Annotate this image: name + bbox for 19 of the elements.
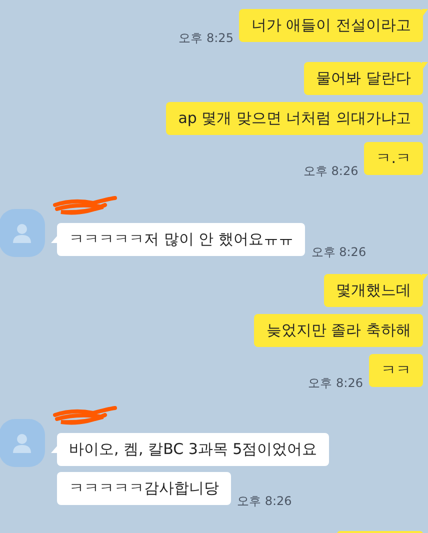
message-bubble: ㅋ.ㅋ: [364, 142, 423, 175]
avatar[interactable]: [0, 209, 45, 257]
bubble-tail: [422, 274, 428, 282]
redaction-scribble: [53, 195, 119, 217]
message-time: 오후 8:26: [311, 245, 366, 259]
message-bubble: ap 몇개 맞으면 너처럼 의대가냐고: [166, 102, 423, 135]
message-bubble: ㅋㅋ: [369, 354, 423, 387]
bubble-tail: [51, 235, 58, 243]
bubble-tail: [422, 9, 428, 17]
avatar[interactable]: [0, 419, 45, 467]
bubble-tail: [51, 445, 58, 453]
message-time: 오후 8:26: [303, 164, 358, 178]
bubble-tail: [422, 62, 428, 70]
redaction-scribble: [53, 405, 119, 427]
message-bubble: ㅋㅋㅋㅋㅋ감사합니당: [57, 472, 231, 505]
message-time: 오후 8:25: [178, 31, 234, 45]
message-bubble: 늦었지만 졸라 축하해: [254, 314, 423, 347]
message-time: 오후 8:26: [308, 376, 363, 390]
message-time: 오후 8:26: [237, 494, 292, 508]
